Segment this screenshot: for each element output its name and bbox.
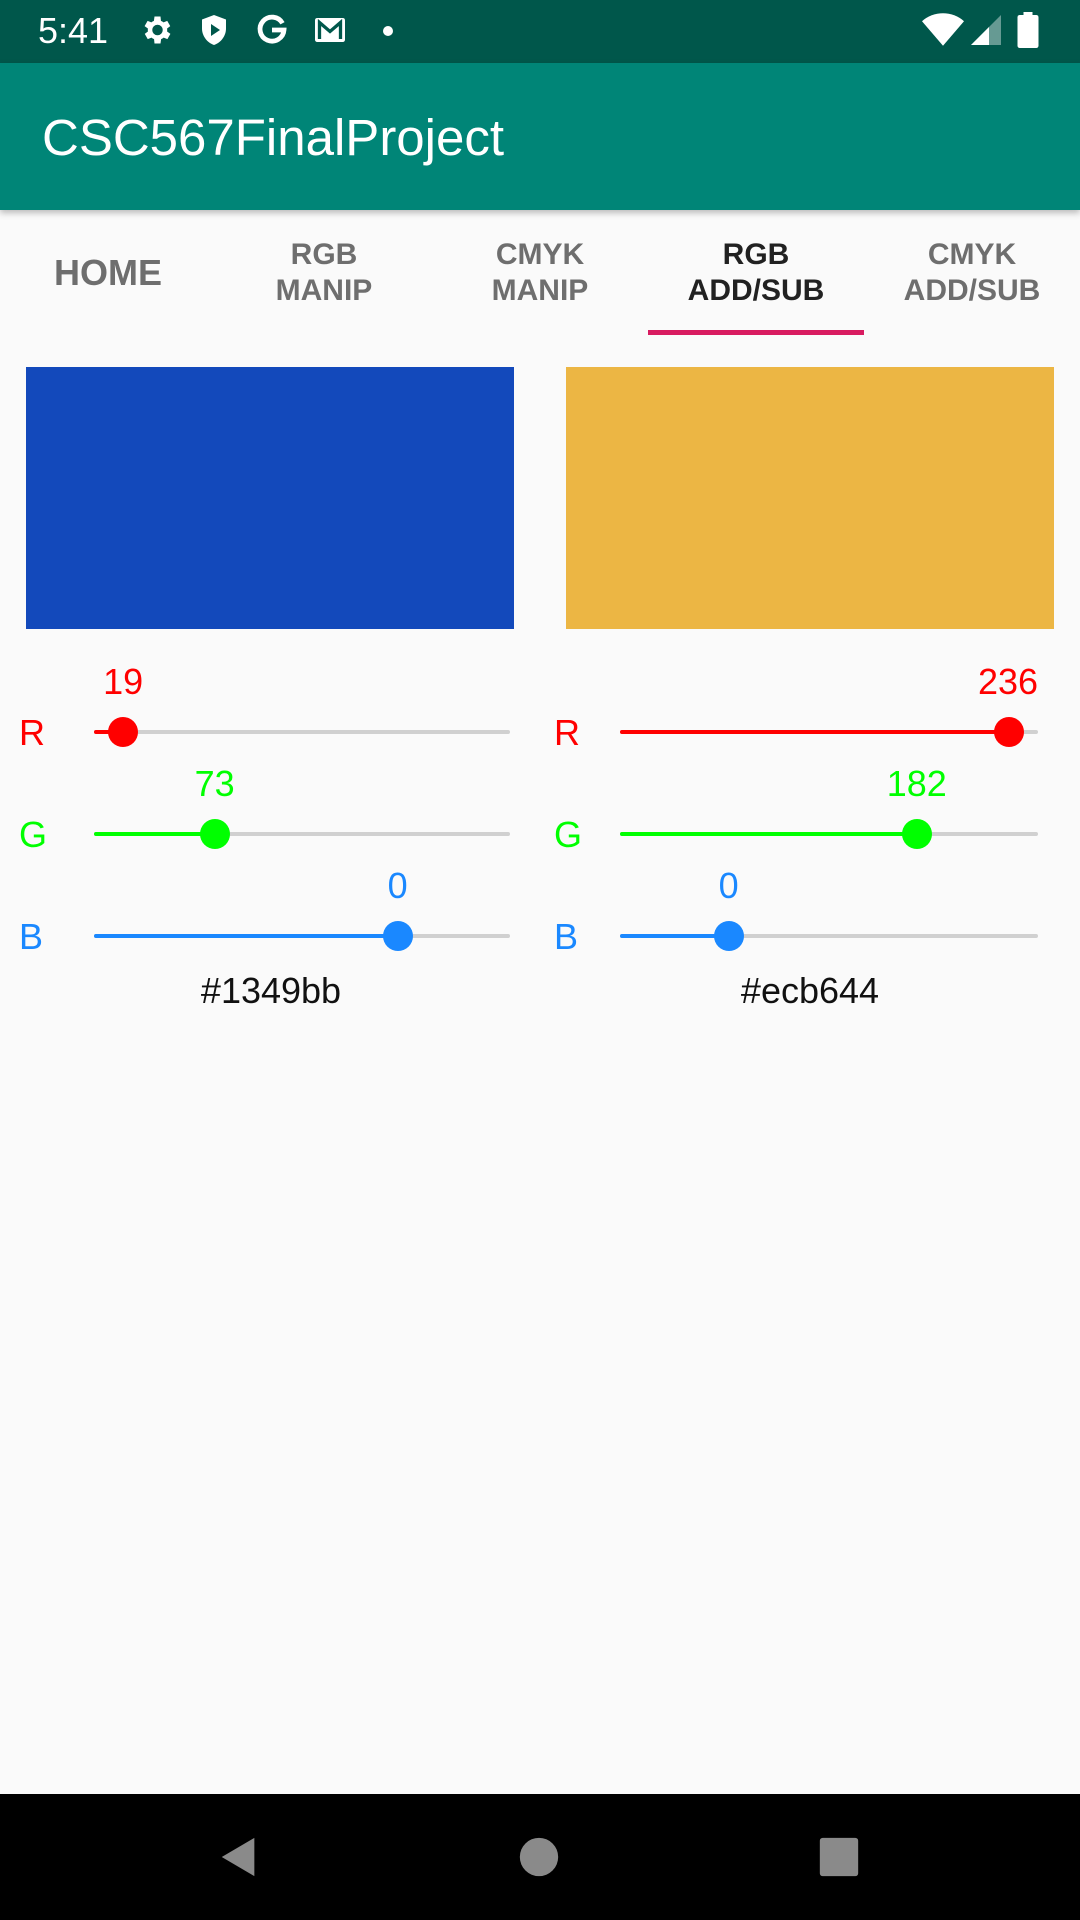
right-color-g-slider[interactable] xyxy=(620,819,1038,849)
tab-rgb-manip-label: RGB MANIP xyxy=(276,237,373,309)
status-time: 5:41 xyxy=(38,10,109,51)
tab-rgb-manip-line1: RGB xyxy=(290,237,358,271)
tab-indicator xyxy=(648,330,864,335)
tab-cmyk-manip-line1: CMYK xyxy=(495,237,585,271)
left-color-g-letter: G xyxy=(19,814,48,855)
right-color-b-letter: B xyxy=(554,916,579,957)
home-icon[interactable] xyxy=(516,1834,562,1880)
left-color-r-slider-thumb[interactable] xyxy=(108,717,139,747)
tab-rgb-add-sub[interactable]: RGB ADD/SUB xyxy=(648,210,864,335)
right-color-r-slider-fill xyxy=(620,730,1009,734)
tab-cmyk-add-sub[interactable]: CMYK ADD/SUB xyxy=(864,210,1080,335)
right-color-g-slider-thumb[interactable] xyxy=(901,819,932,849)
right-color-swatch xyxy=(566,367,1054,629)
right-color-r-letter: R xyxy=(554,712,580,753)
right-color-g-slider-fill xyxy=(620,832,917,836)
left-color-b-letter: B xyxy=(19,916,44,957)
app-bar: CSC567FinalProject xyxy=(0,63,1080,210)
battery-icon xyxy=(1017,12,1039,48)
left-color-g-value: 73 xyxy=(194,763,235,804)
notification-dot-icon xyxy=(383,26,393,36)
navigation-bar xyxy=(0,1794,1080,1920)
left-color-r-value: 19 xyxy=(103,661,144,702)
left-color-b-slider[interactable] xyxy=(94,921,510,951)
tab-home[interactable]: HOME xyxy=(0,210,216,335)
tab-cmyk-manip-label: CMYK MANIP xyxy=(492,237,589,309)
right-color-b-slider-thumb[interactable] xyxy=(713,921,744,951)
left-color-r-letter: R xyxy=(19,712,45,753)
tab-rgb-add-sub-line2: ADD/SUB xyxy=(687,273,825,307)
tab-cmyk-manip[interactable]: CMYK MANIP xyxy=(432,210,648,335)
left-color-g-slider[interactable] xyxy=(94,819,510,849)
left-color-b-value: 0 xyxy=(387,865,408,906)
right-color-g-letter: G xyxy=(554,814,583,855)
tab-cmyk-add-sub-line1: CMYK xyxy=(927,237,1017,271)
app-title: CSC567FinalProject xyxy=(42,109,505,166)
tab-cmyk-add-sub-label: CMYK ADD/SUB xyxy=(904,237,1041,309)
left-color-b-slider-fill xyxy=(94,934,398,938)
gmail-icon xyxy=(315,18,345,42)
tab-rgb-manip[interactable]: RGB MANIP xyxy=(216,210,432,335)
shield-icon xyxy=(202,15,226,45)
tab-rgb-add-sub-label: RGB ADD/SUB xyxy=(688,237,825,309)
right-color-b-value: 0 xyxy=(718,865,739,906)
right-color-b-slider-fill xyxy=(620,934,729,938)
right-color-r-slider-thumb[interactable] xyxy=(993,717,1024,747)
tab-bar: HOME RGB MANIP CMYK MANIP RGB ADD/SUB CMYK A… xyxy=(0,210,1080,335)
recents-icon[interactable] xyxy=(816,1834,862,1880)
wifi-icon xyxy=(922,13,964,46)
right-hex-value: #ecb644 xyxy=(740,970,880,1011)
tab-rgb-add-sub-line1: RGB xyxy=(722,237,790,271)
left-color-swatch xyxy=(26,367,514,629)
left-color-b-slider-thumb[interactable] xyxy=(382,921,413,951)
tab-rgb-manip-line2: MANIP xyxy=(275,273,373,307)
right-color-b-slider[interactable] xyxy=(620,921,1038,951)
left-color-r-slider[interactable] xyxy=(94,717,510,747)
settings-icon xyxy=(144,16,171,44)
left-color-g-slider-fill xyxy=(94,832,215,836)
left-color-g-slider-thumb[interactable] xyxy=(199,819,230,849)
right-color-r-slider[interactable] xyxy=(620,717,1038,747)
tab-home-label: HOME xyxy=(54,251,162,293)
tab-cmyk-manip-line2: MANIP xyxy=(491,273,589,307)
tab-cmyk-add-sub-line2: ADD/SUB xyxy=(903,273,1041,307)
back-icon[interactable] xyxy=(216,1834,262,1880)
right-color-g-value: 182 xyxy=(886,763,947,804)
signal-icon xyxy=(971,15,1001,45)
status-bar: 5:41 xyxy=(0,0,1080,63)
left-hex-value: #1349bb xyxy=(200,970,342,1011)
google-icon xyxy=(257,14,287,44)
right-color-r-value: 236 xyxy=(977,661,1039,702)
